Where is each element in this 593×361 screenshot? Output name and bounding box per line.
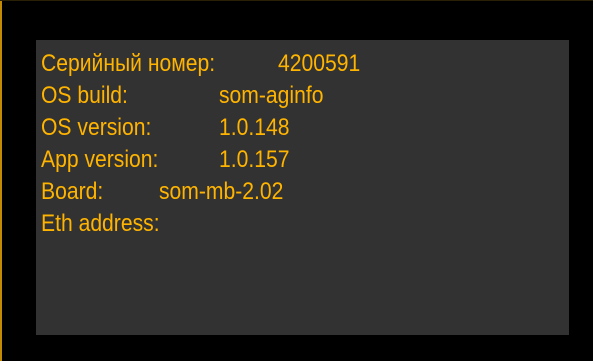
os-build-row: OS build: som-aginfo: [41, 80, 569, 112]
screen-left-edge: [0, 0, 2, 361]
os-build-label: OS build:: [41, 82, 128, 109]
device-info-panel: Серийный номер: 4200591 OS build: som-ag…: [36, 40, 569, 335]
os-version-row: OS version: 1.0.148: [41, 112, 569, 144]
device-info-screen: Серийный номер: 4200591 OS build: som-ag…: [0, 0, 593, 361]
board-value: som-mb-2.02: [159, 178, 284, 205]
screen-top-edge: [0, 0, 593, 1]
os-version-value: 1.0.148: [219, 114, 290, 141]
app-version-label: App version:: [41, 146, 159, 173]
os-build-value: som-aginfo: [219, 82, 324, 109]
os-version-label: OS version:: [41, 114, 152, 141]
eth-address-label: Eth address:: [41, 210, 160, 237]
eth-address-row: Eth address:: [41, 208, 569, 240]
board-label: Board:: [41, 178, 104, 205]
app-version-row: App version: 1.0.157: [41, 144, 569, 176]
app-version-value: 1.0.157: [219, 146, 290, 173]
board-row: Board: som-mb-2.02: [41, 176, 569, 208]
serial-number-row: Серийный номер: 4200591: [41, 48, 569, 80]
serial-number-value: 4200591: [278, 50, 361, 77]
serial-number-label: Серийный номер:: [41, 50, 216, 77]
